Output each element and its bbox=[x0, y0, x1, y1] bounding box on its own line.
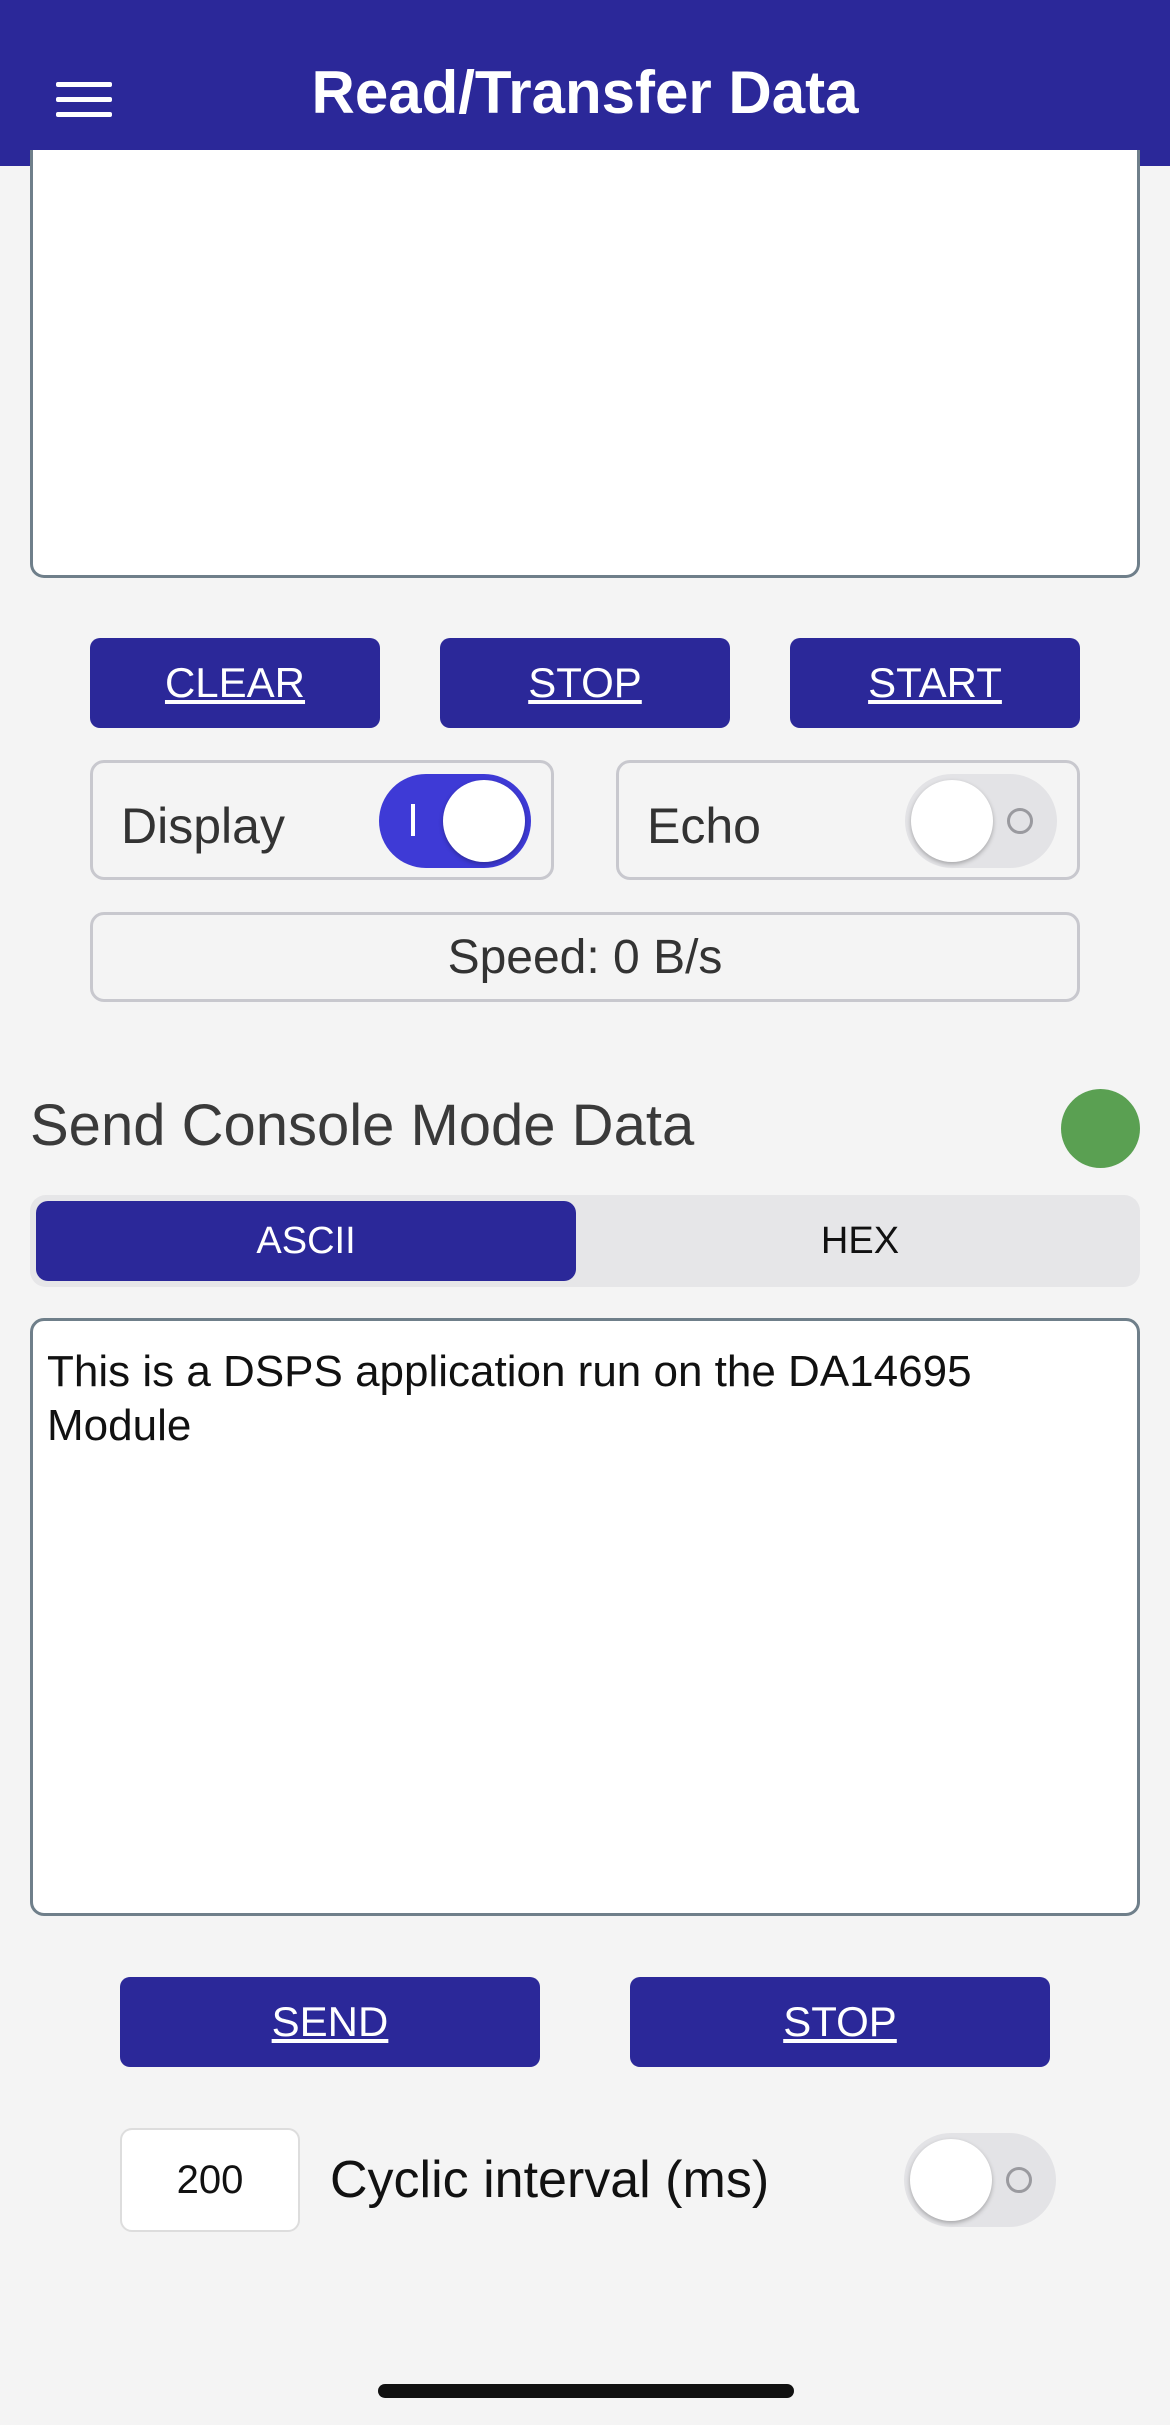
stop-send-button[interactable]: STOP bbox=[630, 1977, 1050, 2067]
home-indicator[interactable] bbox=[378, 2384, 794, 2398]
send-data-input[interactable]: This is a DSPS application run on the DA… bbox=[30, 1318, 1140, 1916]
echo-label: Echo bbox=[647, 798, 761, 854]
start-button[interactable]: START bbox=[790, 638, 1080, 728]
top-bar: Read/Transfer Data bbox=[0, 0, 1170, 166]
tab-ascii[interactable]: ASCII bbox=[36, 1201, 576, 1281]
tab-hex[interactable]: HEX bbox=[585, 1201, 1135, 1281]
echo-switch[interactable] bbox=[905, 774, 1057, 868]
display-label: Display bbox=[121, 798, 285, 854]
cyclic-switch[interactable] bbox=[904, 2133, 1056, 2227]
switch-knob bbox=[911, 780, 993, 862]
switch-knob bbox=[443, 780, 525, 862]
format-segmented-control: ASCII HEX bbox=[30, 1195, 1140, 1287]
display-toggle-box: Display bbox=[90, 760, 554, 880]
switch-off-mark-icon bbox=[1006, 2167, 1032, 2193]
display-switch[interactable] bbox=[379, 774, 531, 868]
switch-off-mark-icon bbox=[1007, 808, 1033, 834]
switch-on-mark-icon bbox=[411, 804, 415, 836]
page-title: Read/Transfer Data bbox=[311, 59, 859, 126]
clear-button[interactable]: CLEAR bbox=[90, 638, 380, 728]
connection-status-icon bbox=[1061, 1089, 1140, 1168]
echo-toggle-box: Echo bbox=[616, 760, 1080, 880]
cyclic-interval-input[interactable] bbox=[120, 2128, 300, 2232]
switch-knob bbox=[910, 2139, 992, 2221]
speed-indicator: Speed: 0 B/s bbox=[90, 912, 1080, 1002]
stop-receive-button[interactable]: STOP bbox=[440, 638, 730, 728]
received-data-log[interactable] bbox=[30, 150, 1140, 578]
cyclic-interval-label: Cyclic interval (ms) bbox=[330, 2151, 770, 2209]
send-button[interactable]: SEND bbox=[120, 1977, 540, 2067]
send-section-title: Send Console Mode Data bbox=[30, 1093, 695, 1158]
